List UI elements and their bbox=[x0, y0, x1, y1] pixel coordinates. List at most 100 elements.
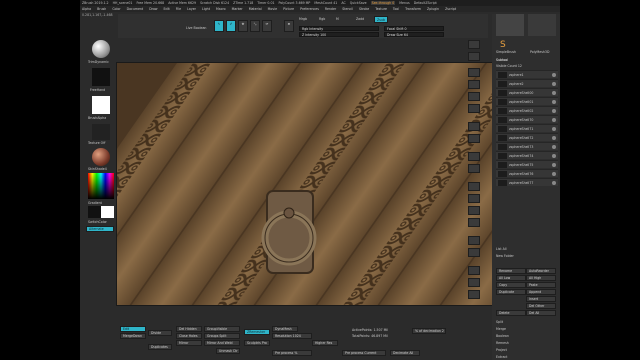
resolution-slider[interactable]: Resolution 1024 bbox=[272, 333, 312, 339]
eye-icon[interactable] bbox=[552, 181, 556, 185]
alpha-icon[interactable] bbox=[92, 96, 110, 114]
menu-texture[interactable]: Texture bbox=[375, 7, 387, 11]
actual-button[interactable] bbox=[468, 92, 480, 101]
secondary-color-swatch[interactable] bbox=[101, 206, 114, 218]
subtool-row[interactable]: zsphereShell02 bbox=[496, 106, 558, 114]
main-color-swatch[interactable] bbox=[88, 206, 101, 218]
pre-process-current-button[interactable]: Pre process Current bbox=[342, 350, 386, 356]
menu-alpha[interactable]: Alpha bbox=[82, 7, 91, 11]
tool-thumbnail-2[interactable] bbox=[528, 14, 556, 36]
menus-button[interactable]: Menus bbox=[399, 1, 409, 5]
duplicates-button[interactable]: Duplicates bbox=[148, 344, 172, 350]
subtool-row[interactable]: zsphereShell01 bbox=[496, 97, 558, 105]
mirror-button[interactable]: Mirror bbox=[176, 340, 202, 346]
eye-icon[interactable] bbox=[552, 127, 556, 131]
material-icon[interactable] bbox=[92, 148, 110, 166]
menu-edit[interactable]: Edit bbox=[164, 7, 170, 11]
eye-icon[interactable] bbox=[552, 118, 556, 122]
menu-stencil[interactable]: Stencil bbox=[342, 7, 353, 11]
eye-icon[interactable] bbox=[552, 145, 556, 149]
rgb-intensity-slider[interactable]: Rgb Intensity bbox=[299, 26, 379, 31]
eye-icon[interactable] bbox=[552, 100, 556, 104]
subtool-row[interactable]: zsphereShell74 bbox=[496, 151, 558, 159]
rgb-toggle[interactable]: Rgb bbox=[319, 17, 325, 21]
menu-layer[interactable]: Layer bbox=[187, 7, 196, 11]
aahalf-button[interactable] bbox=[468, 104, 480, 113]
menu-transform[interactable]: Transform bbox=[405, 7, 421, 11]
switch-color-button[interactable]: SwitchColor bbox=[88, 220, 107, 224]
extract-section[interactable]: Extract bbox=[496, 355, 507, 359]
see-through-slider[interactable]: See-through 0 bbox=[370, 1, 396, 5]
subtool-row[interactable]: zsphereShell71 bbox=[496, 124, 558, 132]
decimation-slider[interactable]: % of decimation 2 bbox=[412, 328, 446, 334]
subtool-row[interactable]: zsphereShell00 bbox=[496, 88, 558, 96]
close-holes-button[interactable]: Close Holes bbox=[176, 333, 202, 339]
solo-button[interactable] bbox=[468, 278, 480, 287]
sculptris-pro-button[interactable]: Sculptris Pro bbox=[244, 340, 270, 346]
rotate-view-button[interactable] bbox=[468, 218, 480, 227]
mirror-and-weld-button[interactable]: Mirror And Weld bbox=[204, 340, 240, 346]
rotate-mode-button[interactable]: ⟳ bbox=[262, 20, 272, 32]
draw-size-slider[interactable]: Draw Size 64 bbox=[384, 32, 444, 37]
eye-icon[interactable] bbox=[552, 163, 556, 167]
del-all-button[interactable]: Del All bbox=[526, 310, 556, 316]
menu-draw[interactable]: Draw bbox=[149, 7, 157, 11]
live-boolean-button[interactable]: Live Boolean bbox=[186, 26, 206, 30]
menu-brush[interactable]: Brush bbox=[97, 7, 106, 11]
append-button[interactable]: Append bbox=[526, 289, 556, 295]
subtool-title[interactable]: Subtool bbox=[496, 58, 508, 62]
polyf-button[interactable] bbox=[468, 248, 480, 257]
scroll-button[interactable] bbox=[468, 68, 480, 77]
menu-render[interactable]: Render bbox=[325, 7, 336, 11]
copy-button[interactable]: Copy bbox=[496, 282, 526, 288]
subtool-row[interactable]: zsphereShell70 bbox=[496, 115, 558, 123]
stroke-icon[interactable] bbox=[92, 68, 110, 86]
new-folder-button[interactable]: New Folder bbox=[496, 254, 514, 258]
move-mode-button[interactable]: ✥ bbox=[238, 20, 248, 32]
groups-split-button[interactable]: Groups Split bbox=[204, 333, 240, 339]
subtool-row[interactable]: zsphereShell72 bbox=[496, 133, 558, 141]
zoom-button[interactable] bbox=[468, 80, 480, 89]
subtool-row[interactable]: zsphereShell75 bbox=[496, 160, 558, 168]
menu-macro[interactable]: Macro bbox=[216, 7, 226, 11]
eye-icon[interactable] bbox=[552, 109, 556, 113]
del-hidden-button[interactable]: Del Hidden bbox=[176, 326, 202, 332]
menu-movie[interactable]: Movie bbox=[268, 7, 277, 11]
default-zscript-button[interactable]: DefaultZScript bbox=[414, 1, 437, 5]
subtool-row[interactable]: zsphereShell77 bbox=[496, 178, 558, 186]
subtool-row[interactable]: zsphere1 bbox=[496, 70, 558, 78]
zsub-toggle[interactable]: Zsub bbox=[374, 16, 388, 23]
paste-button[interactable]: Paste bbox=[526, 282, 556, 288]
color-picker[interactable] bbox=[88, 173, 114, 199]
menu-tool[interactable]: Tool bbox=[393, 7, 399, 11]
project-section[interactable]: Project bbox=[496, 348, 507, 352]
del-other-button[interactable]: Del Other bbox=[526, 303, 556, 309]
z-intensity-slider[interactable]: Z Intensity 100 bbox=[299, 32, 379, 37]
edit-mode-button[interactable]: ✎ bbox=[214, 20, 224, 32]
ac-button[interactable]: AC bbox=[341, 1, 345, 5]
quicksave-button[interactable]: QuickSave bbox=[350, 1, 367, 5]
subtool-row[interactable]: zsphereShell73 bbox=[496, 142, 558, 150]
autoreorder-button[interactable]: AutoReorder bbox=[526, 268, 556, 274]
all-low-button[interactable]: All Low bbox=[496, 275, 526, 281]
pre-process-slider[interactable]: Pre process % bbox=[272, 350, 312, 356]
focal-shift-slider[interactable]: Focal Shift 0 bbox=[384, 26, 444, 31]
frame-button[interactable] bbox=[468, 182, 480, 191]
decimate-all-button[interactable]: Decimate All bbox=[390, 350, 420, 356]
menu-document[interactable]: Document bbox=[127, 7, 144, 11]
list-all-button[interactable]: List All bbox=[496, 247, 507, 251]
menu-picture[interactable]: Picture bbox=[283, 7, 294, 11]
duplicate-button[interactable]: Duplicate bbox=[496, 289, 526, 295]
menu-file[interactable]: File bbox=[176, 7, 181, 11]
local-button[interactable] bbox=[468, 152, 480, 161]
eye-icon[interactable] bbox=[552, 172, 556, 176]
menu-zplugin[interactable]: Zplugin bbox=[427, 7, 439, 11]
eye-icon[interactable] bbox=[552, 82, 556, 86]
scale-mode-button[interactable]: ⤡ bbox=[250, 20, 260, 32]
tool-thumbnail[interactable] bbox=[496, 14, 524, 36]
mrgb-toggle[interactable]: Mrgb bbox=[299, 17, 307, 21]
floor-button[interactable] bbox=[468, 134, 480, 143]
delete-button[interactable]: Delete bbox=[496, 310, 526, 316]
m-toggle[interactable]: M bbox=[336, 17, 339, 21]
merge-section[interactable]: Merge bbox=[496, 327, 506, 331]
